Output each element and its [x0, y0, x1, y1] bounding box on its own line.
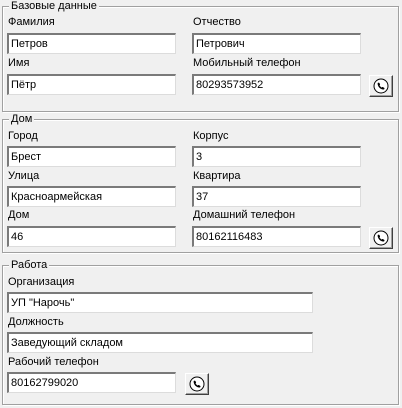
- organization-label: Организация: [8, 276, 75, 288]
- call-mobile-button[interactable]: [369, 75, 393, 97]
- position-field[interactable]: Заведующий складом: [7, 332, 313, 353]
- organization-field[interactable]: УП "Нарочь": [7, 292, 313, 313]
- street-label: Улица: [8, 170, 40, 182]
- building-field[interactable]: 3: [192, 146, 361, 167]
- phone-icon: [373, 230, 389, 246]
- work-legend: Работа: [9, 259, 50, 272]
- basic-data-legend: Базовые данные: [9, 0, 99, 13]
- name-label: Имя: [8, 57, 30, 69]
- street-field[interactable]: Красноармейская: [7, 186, 176, 207]
- apartment-field[interactable]: 37: [192, 186, 361, 207]
- city-label: Город: [8, 130, 38, 142]
- name-field[interactable]: Пётр: [7, 74, 176, 95]
- mobile-phone-field[interactable]: 80293573952: [192, 74, 361, 95]
- city-field[interactable]: Брест: [7, 146, 176, 167]
- position-label: Должность: [8, 316, 64, 328]
- apartment-label: Квартира: [193, 170, 241, 182]
- house-label: Дом: [8, 209, 30, 221]
- phone-icon: [189, 376, 205, 392]
- home-legend: Дом: [9, 113, 35, 126]
- building-label: Корпус: [193, 130, 229, 142]
- home-phone-label: Домашний телефон: [193, 209, 296, 221]
- mobile-phone-label: Мобильный телефон: [193, 57, 301, 69]
- surname-label: Фамилия: [8, 16, 55, 28]
- surname-field[interactable]: Петров: [7, 33, 176, 54]
- work-phone-label: Рабочий телефон: [8, 356, 99, 368]
- patronymic-field[interactable]: Петрович: [192, 33, 361, 54]
- phone-icon: [373, 78, 389, 94]
- home-phone-field[interactable]: 80162116483: [192, 226, 361, 247]
- call-work-button[interactable]: [185, 373, 209, 395]
- patronymic-label: Отчество: [193, 16, 241, 28]
- call-home-button[interactable]: [369, 227, 393, 249]
- work-phone-field[interactable]: 80162799020: [7, 372, 176, 393]
- house-field[interactable]: 46: [7, 226, 176, 247]
